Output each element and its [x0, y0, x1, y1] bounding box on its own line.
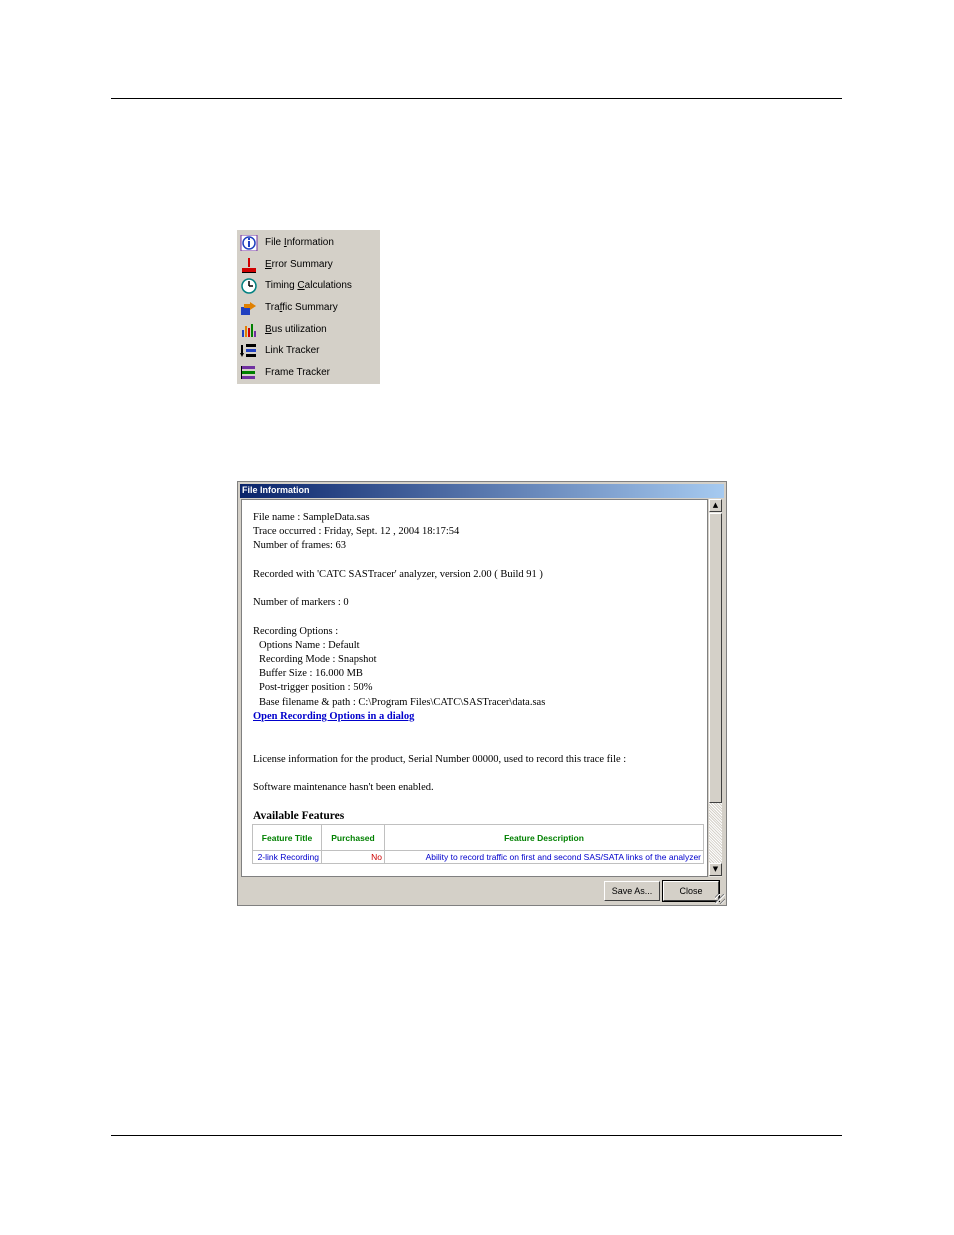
- vertical-scrollbar[interactable]: ▲ ▼: [708, 499, 722, 877]
- menu-item-bus-utilization[interactable]: Bus utilization: [237, 319, 380, 340]
- menu-item-label: Timing Calculations: [265, 280, 352, 291]
- menu-item-timing-calculations[interactable]: Timing Calculations: [237, 275, 380, 296]
- purchased-cell: No: [321, 850, 385, 864]
- header-rule: [111, 98, 842, 99]
- file-information-content: File name : SampleData.sas Trace occurre…: [241, 499, 708, 877]
- recording-mode-line: Recording Mode : Snapshot: [259, 654, 377, 665]
- reports-menu: File Information Error Summary Timing Ca…: [237, 230, 380, 384]
- dialog-title-bar[interactable]: File Information: [240, 484, 724, 498]
- scroll-thumb[interactable]: [709, 513, 722, 803]
- column-header: Purchased: [321, 824, 385, 851]
- traffic-icon: [240, 300, 258, 316]
- post-trigger-line: Post-trigger position : 50%: [259, 682, 373, 693]
- file-information-dialog: File Information File name : SampleData.…: [237, 481, 727, 906]
- feature-title-cell: 2-link Recording: [252, 850, 322, 864]
- link-tracker-icon: [240, 343, 258, 359]
- license-line: License information for the product, Ser…: [253, 754, 627, 765]
- available-features-heading: Available Features: [253, 810, 345, 822]
- frames-line: Number of frames: 63: [253, 540, 347, 551]
- clock-icon: [240, 277, 258, 294]
- base-filename-line: Base filename & path : C:\Program Files\…: [259, 697, 546, 708]
- close-button[interactable]: Close: [662, 880, 720, 902]
- menu-item-link-tracker[interactable]: Link Tracker: [237, 340, 380, 361]
- menu-item-label: File Information: [265, 237, 334, 248]
- resize-grip[interactable]: [715, 894, 725, 904]
- dialog-title: File Information: [242, 485, 310, 495]
- bar-chart-icon: [240, 322, 258, 338]
- maintenance-line: Software maintenance hasn't been enabled…: [253, 782, 434, 793]
- menu-item-label: Link Tracker: [265, 345, 320, 356]
- feature-description-cell: Ability to record traffic on first and s…: [384, 850, 704, 864]
- menu-item-label: Traffic Summary: [265, 302, 338, 313]
- scroll-down-button[interactable]: ▼: [709, 863, 722, 876]
- info-icon: [240, 234, 258, 251]
- scroll-track[interactable]: [709, 803, 722, 863]
- open-recording-options-link[interactable]: Open Recording Options in a dialog: [253, 711, 414, 722]
- table-row: 2-link Recording No Ability to record tr…: [252, 850, 704, 864]
- column-header: Feature Description: [384, 824, 704, 851]
- options-name-line: Options Name : Default: [259, 640, 360, 651]
- footer-rule: [111, 1135, 842, 1136]
- menu-item-label: Error Summary: [265, 259, 333, 270]
- file-name-line: File name : SampleData.sas: [253, 512, 370, 523]
- markers-line: Number of markers : 0: [253, 597, 349, 608]
- trace-occurred-line: Trace occurred : Friday, Sept. 12 , 2004…: [253, 526, 460, 537]
- buffer-size-line: Buffer Size : 16.000 MB: [259, 668, 363, 679]
- column-header: Feature Title: [252, 824, 322, 851]
- recorded-with-line: Recorded with 'CATC SASTracer' analyzer,…: [253, 569, 543, 580]
- error-icon: [240, 257, 258, 273]
- menu-item-label: Frame Tracker: [265, 367, 331, 378]
- save-as-button[interactable]: Save As...: [604, 881, 660, 901]
- menu-item-frame-tracker[interactable]: Frame Tracker: [237, 362, 380, 383]
- features-table: Feature Title Purchased Feature Descript…: [252, 824, 704, 864]
- frame-tracker-icon: [240, 365, 258, 381]
- recording-options-line: Recording Options :: [253, 626, 339, 637]
- menu-item-file-information[interactable]: File Information: [237, 232, 380, 253]
- menu-item-traffic-summary[interactable]: Traffic Summary: [237, 297, 380, 318]
- table-header-row: Feature Title Purchased Feature Descript…: [252, 824, 704, 851]
- scroll-up-button[interactable]: ▲: [709, 499, 722, 512]
- menu-item-label: Bus utilization: [265, 324, 327, 335]
- menu-item-error-summary[interactable]: Error Summary: [237, 254, 380, 275]
